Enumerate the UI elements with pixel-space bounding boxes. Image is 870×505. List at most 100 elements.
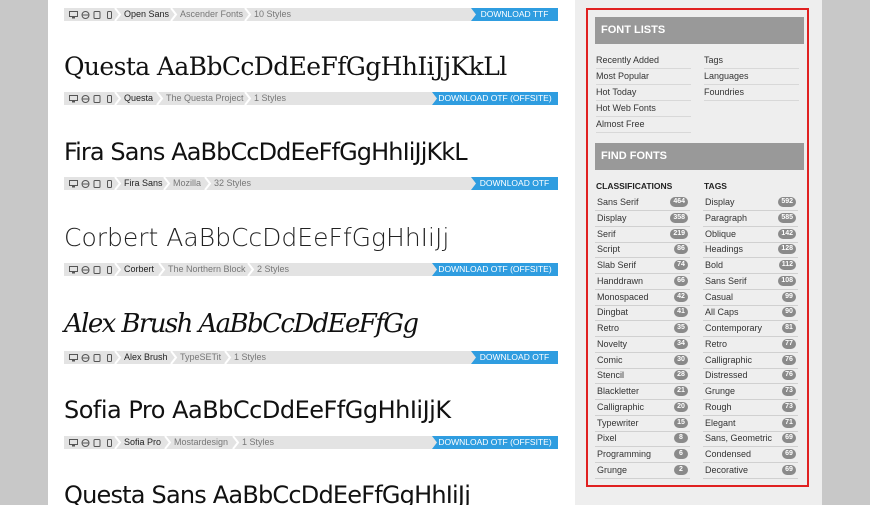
classification-row[interactable]: Typewriter 15 [595, 416, 690, 432]
tag-row[interactable]: Distressed 76 [703, 368, 798, 385]
font-sample[interactable]: Questa Sans AaBbCcDdEeFfGgHhIiJj [64, 483, 471, 505]
foundry-link[interactable]: Mostardesign [174, 436, 228, 449]
count-badge: 71 [782, 417, 796, 428]
filter-label: All Caps [705, 307, 739, 318]
download-button[interactable]: DOWNLOAD OTF (OFFSITE) [432, 263, 558, 276]
classification-row[interactable]: Monospaced 42 [595, 290, 690, 306]
font-entry-alex-brush: Alex Brush AaBbCcDdEeFfGg Alex Brush Typ… [64, 310, 558, 366]
download-button[interactable]: DOWNLOAD TTF [471, 8, 558, 21]
classification-row[interactable]: Display 358 [595, 211, 690, 227]
tag-row[interactable]: Sans, Geometric 69 [703, 431, 798, 448]
font-name-link[interactable]: Sofia Pro [124, 436, 161, 449]
styles-count: 32 Styles [214, 178, 252, 188]
count-badge: 73 [782, 386, 796, 396]
tag-row[interactable]: Paragraph 585 [703, 211, 798, 227]
filter-label: Dingbat [597, 307, 629, 318]
download-button[interactable]: DOWNLOAD OTF (OFFSITE) [432, 436, 558, 449]
font-list-link[interactable]: Hot Web Fonts [596, 101, 691, 117]
tag-row[interactable]: All Caps 90 [703, 305, 798, 322]
filter-label: Blackletter [597, 386, 640, 396]
download-button[interactable]: DOWNLOAD OTF [471, 177, 558, 190]
tag-row[interactable]: Calligraphic 76 [703, 353, 798, 369]
classification-row[interactable]: Script 86 [595, 242, 690, 259]
font-info-bar: Alex Brush TypeSETit 1 Styles DOWNLOAD O… [64, 351, 558, 364]
classification-row[interactable]: Blackletter 21 [595, 384, 690, 400]
tag-row[interactable]: Oblique 142 [703, 227, 798, 243]
count-badge: 2 [674, 464, 688, 475]
styles-count: 1 Styles [254, 93, 287, 103]
tag-row[interactable]: Bold 112 [703, 258, 798, 274]
classification-row[interactable]: Pixel 8 [595, 431, 690, 448]
font-sample[interactable]: Alex Brush AaBbCcDdEeFfGg [64, 311, 419, 337]
classification-row[interactable]: Dingbat 41 [595, 305, 690, 322]
filter-label: Slab Serif [597, 260, 637, 270]
filter-label: Sans Serif [597, 197, 639, 207]
count-badge: 34 [674, 338, 688, 349]
tablet-icon [93, 94, 102, 103]
tag-row[interactable]: Decorative 69 [703, 463, 798, 479]
filter-label: Pixel [597, 433, 617, 444]
count-badge: 15 [674, 417, 688, 428]
classification-row[interactable]: Handdrawn 66 [595, 274, 690, 290]
tablet-icon [93, 179, 102, 188]
font-list-link[interactable]: Recently Added [596, 53, 691, 69]
download-button[interactable]: DOWNLOAD OTF (OFFSITE) [432, 92, 558, 105]
download-button[interactable]: DOWNLOAD OTF [471, 351, 558, 364]
tag-row[interactable]: Display 592 [703, 195, 798, 211]
count-badge: 69 [782, 433, 796, 444]
tag-row[interactable]: Headings 128 [703, 242, 798, 259]
foundry-link[interactable]: The Questa Project [166, 92, 244, 105]
tag-row[interactable]: Grunge 73 [703, 384, 798, 400]
font-sample[interactable]: Sofia Pro AaBbCcDdEeFfGgHhIiJjK [64, 398, 451, 422]
classification-row[interactable]: Novelty 34 [595, 337, 690, 353]
classification-row[interactable]: Programming 6 [595, 447, 690, 463]
classification-row[interactable]: Grunge 2 [595, 463, 690, 479]
foundry-link[interactable]: The Northern Block [168, 263, 246, 276]
count-badge: 90 [782, 307, 796, 318]
tag-row[interactable]: Rough 73 [703, 400, 798, 416]
filter-label: Retro [597, 323, 620, 333]
font-list-link[interactable]: Languages [704, 69, 799, 85]
classification-row[interactable]: Serif 219 [595, 227, 690, 243]
count-badge: 73 [782, 401, 796, 412]
font-name-link[interactable]: Alex Brush [124, 351, 168, 364]
desktop-icon [69, 10, 78, 19]
filter-label: Display [597, 212, 627, 223]
foundry-link[interactable]: TypeSETit [180, 351, 221, 364]
filter-label: Elegant [705, 417, 736, 428]
font-entry-corbert: Corbert AaBbCcDdEeFfGgHhIiJj Corbert The… [64, 224, 558, 280]
classification-row[interactable]: Stencil 28 [595, 368, 690, 385]
filter-label: Contemporary [705, 323, 763, 333]
tag-row[interactable]: Elegant 71 [703, 416, 798, 432]
font-list-link[interactable]: Most Popular [596, 69, 691, 85]
classification-row[interactable]: Comic 30 [595, 353, 690, 369]
foundry-link[interactable]: Mozilla [173, 177, 201, 190]
tag-row[interactable]: Condensed 69 [703, 447, 798, 463]
filter-label: Calligraphic [597, 401, 645, 412]
font-name-link[interactable]: Corbert [124, 263, 154, 276]
classification-row[interactable]: Retro 35 [595, 321, 690, 337]
foundry-link[interactable]: Ascender Fonts [180, 8, 243, 21]
tags-heading: TAGS [704, 181, 727, 191]
font-name-link[interactable]: Questa [124, 92, 153, 105]
font-list-link[interactable]: Almost Free [596, 117, 691, 133]
classification-row[interactable]: Sans Serif 464 [595, 195, 690, 211]
font-sample[interactable]: Fira Sans AaBbCcDdEeFfGgHhIiJjKkL [64, 140, 468, 164]
font-name-link[interactable]: Fira Sans [124, 177, 163, 190]
font-sample[interactable]: Corbert AaBbCcDdEeFfGgHhIiJj [64, 225, 449, 250]
tag-row[interactable]: Retro 77 [703, 337, 798, 353]
desktop-icon [69, 438, 78, 447]
font-name-link[interactable]: Open Sans [124, 8, 169, 21]
tag-row[interactable]: Casual 99 [703, 290, 798, 306]
count-badge: 592 [778, 197, 796, 207]
classification-row[interactable]: Calligraphic 20 [595, 400, 690, 416]
font-list-link[interactable]: Tags [704, 53, 799, 69]
classification-row[interactable]: Slab Serif 74 [595, 258, 690, 274]
font-sample[interactable]: Questa AaBbCcDdEeFfGgHhIiJjKkLl [64, 54, 507, 79]
tag-row[interactable]: Sans Serif 108 [703, 274, 798, 290]
font-entry-fira-sans: Fira Sans AaBbCcDdEeFfGgHhIiJjKkL Fira S… [64, 138, 558, 194]
font-list-link[interactable]: Hot Today [596, 85, 691, 101]
count-badge: 76 [782, 370, 796, 381]
font-list-link[interactable]: Foundries [704, 85, 799, 101]
tag-row[interactable]: Contemporary 81 [703, 321, 798, 337]
